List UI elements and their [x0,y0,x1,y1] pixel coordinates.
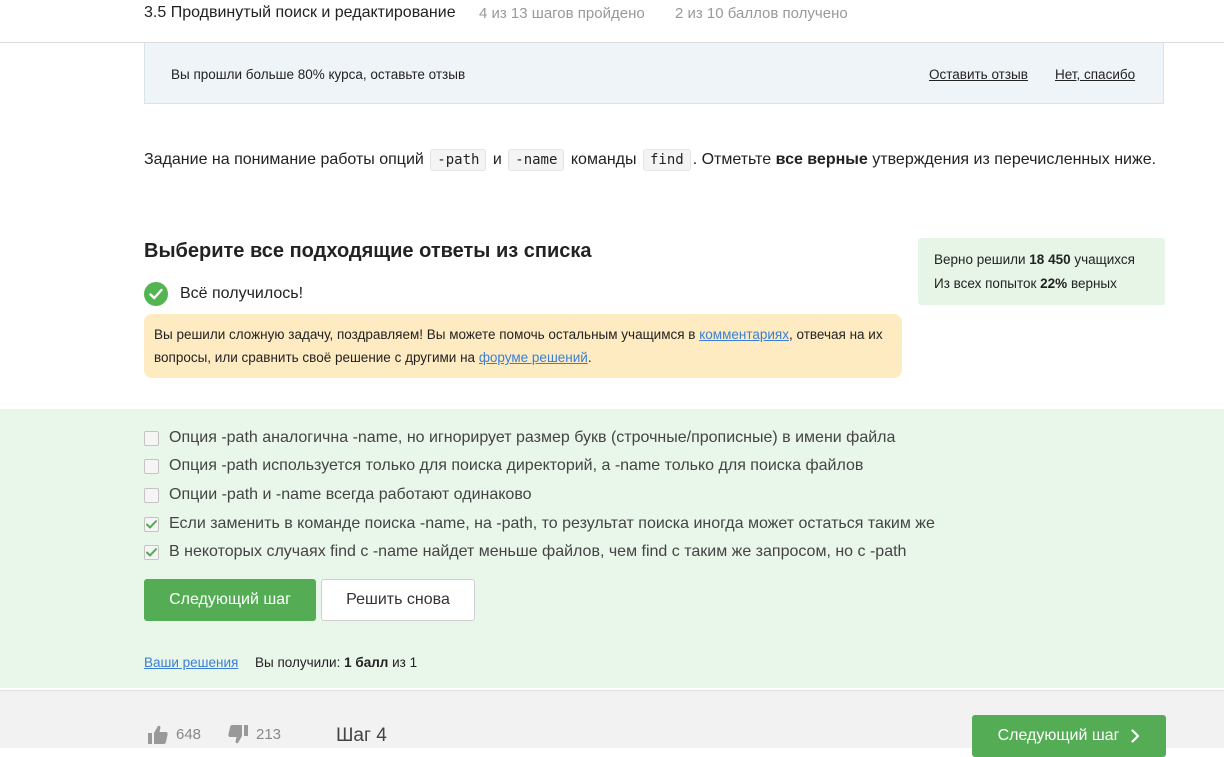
footer-next-step-button[interactable]: Следующий шаг [972,715,1166,757]
no-thanks-link[interactable]: Нет, спасибо [1055,67,1135,82]
task-description: Задание на понимание работы опций -path … [144,148,1156,172]
thumbs-down-icon [228,725,248,744]
checkmark-icon [146,547,157,556]
question-title: Выберите все подходящие ответы из списка [144,240,592,262]
task-text: . Отметьте [692,151,776,168]
feedback-banner: Вы прошли больше 80% курса, оставьте отз… [144,43,1164,104]
dislike-count: 213 [256,726,282,743]
attempts-line: Из всех попыток 22% верных [934,272,1149,296]
checkmark-icon [146,519,157,528]
answer-option[interactable]: В некоторых случаях find с -name найдет … [144,543,906,561]
success-label: Всё получилось! [180,285,304,302]
check-circle-icon [144,282,168,306]
code-name: -name [508,149,565,171]
hint-text: Вы решили сложную задачу, поздравляем! В… [154,327,700,342]
stats-text: Верно решили [934,252,1030,267]
task-text: и [488,151,507,168]
answer-label: Если заменить в команде поиска -name, на… [169,515,935,532]
score-text: Вы получили: [255,655,345,670]
solve-stats: Верно решили 18 450 учащихся Из всех поп… [918,238,1165,305]
attempts-percent: 22% [1040,276,1068,291]
congrats-hint: Вы решили сложную задачу, поздравляем! В… [144,314,902,378]
answer-label: Опция -path аналогична -name, но игнорир… [169,429,896,446]
score-text: из 1 [388,655,418,670]
solved-count-line: Верно решили 18 450 учащихся [934,248,1149,272]
step-number: Шаг 4 [336,725,387,746]
checkbox-checked[interactable] [144,544,159,560]
score-value: 1 балл [344,655,389,670]
task-text: команды [566,151,641,168]
step-footer: 648 213 Шаг 4 Следующий шаг [0,690,1224,757]
checkbox[interactable] [144,487,159,503]
task-text: утверждения из перечисленных ниже. [867,151,1157,168]
checkbox[interactable] [144,430,159,446]
leave-review-link[interactable]: Оставить отзыв [929,67,1028,82]
feedback-text: Вы прошли больше 80% курса, оставьте отз… [171,67,466,82]
chevron-right-icon [1131,729,1140,743]
answer-label: Опция -path используется только для поис… [169,457,864,474]
stats-text: Из всех попыток [934,276,1041,291]
solved-count: 18 450 [1029,252,1071,267]
task-emphasis: все верные [775,151,868,168]
solutions-forum-link[interactable]: форуме решений [479,350,588,365]
checkbox-checked[interactable] [144,516,159,532]
lesson-title[interactable]: 3.5 Продвинутый поиск и редактирование [144,4,456,22]
answer-option[interactable]: Опция -path используется только для поис… [144,457,863,475]
like-button[interactable]: 648 [148,725,201,744]
checkbox[interactable] [144,458,159,474]
answers-panel: Опция -path аналогична -name, но игнорир… [0,409,1224,688]
lesson-header: 3.5 Продвинутый поиск и редактирование 4… [0,0,1224,43]
thumbs-up-icon [148,725,168,744]
like-count: 648 [176,726,202,743]
dislike-button[interactable]: 213 [228,725,281,744]
code-path: -path [430,149,487,171]
answer-option[interactable]: Опция -path аналогична -name, но игнорир… [144,429,895,447]
next-step-label: Следующий шаг [997,727,1120,744]
comments-link[interactable]: комментариях [699,327,789,342]
next-step-button[interactable]: Следующий шаг [144,579,316,621]
steps-progress: 4 из 13 шагов пройдено [479,5,645,22]
stats-text: учащихся [1070,252,1135,267]
stats-text: верных [1067,276,1117,291]
solve-again-button[interactable]: Решить снова [321,579,475,621]
hint-text: . [587,350,592,365]
points-progress: 2 из 10 баллов получено [675,5,848,22]
your-solutions-link[interactable]: Ваши решения [144,655,238,670]
success-status: Всё получилось! [144,281,303,307]
code-find: find [642,149,691,171]
answer-label: Опции -path и -name всегда работают один… [169,486,532,503]
answer-label: В некоторых случаях find с -name найдет … [169,543,907,560]
answer-option[interactable]: Если заменить в команде поиска -name, на… [144,515,935,533]
task-text: Задание на понимание работы опций [144,151,429,168]
answer-option[interactable]: Опции -path и -name всегда работают один… [144,486,532,504]
score-result: Вы получили: 1 балл из 1 [255,655,417,670]
